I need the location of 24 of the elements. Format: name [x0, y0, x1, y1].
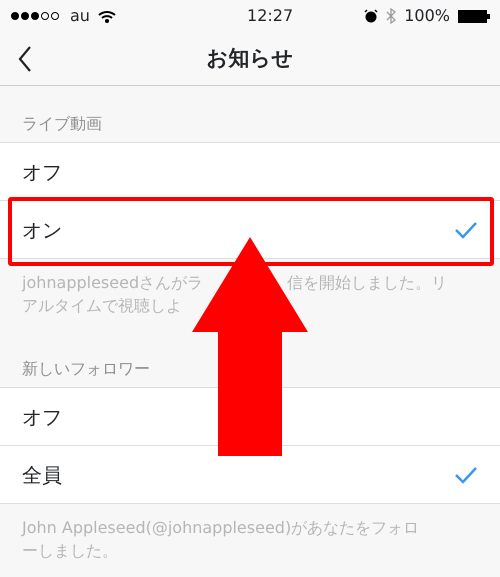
section-header: ライブ動画: [21, 113, 103, 135]
back-icon[interactable]: [18, 46, 32, 72]
option-label: オン: [22, 216, 62, 244]
bluetooth-icon: [386, 8, 396, 24]
footer-text: 信を開始しました。リ: [287, 272, 448, 294]
clock-time: 12:27: [247, 5, 294, 27]
battery-percent: 100%: [404, 5, 450, 27]
wifi-icon: [98, 10, 116, 22]
footer-text: ーしました。: [22, 540, 118, 562]
footer-text: アルタイムで視聴しよ: [22, 295, 182, 317]
carrier-name: au: [70, 5, 90, 27]
screen-title: お知らせ: [206, 44, 294, 72]
battery-icon: [458, 10, 490, 22]
footer-text: John Appleseed(@johnappleseed)があなたをフォロ: [22, 517, 420, 539]
footer-text: johnappleseedさんがラ: [22, 272, 204, 294]
option-row[interactable]: オフ: [0, 142, 500, 200]
option-row[interactable]: オン: [0, 200, 500, 258]
option-label: オフ: [22, 404, 62, 430]
signal-icon: [10, 11, 62, 21]
option-label: オフ: [22, 158, 62, 186]
option-label: 全員: [22, 462, 62, 488]
option-row[interactable]: 全員: [0, 445, 500, 503]
section-header: 新しいフォロワー: [21, 358, 151, 380]
alarm-icon: [364, 9, 378, 23]
